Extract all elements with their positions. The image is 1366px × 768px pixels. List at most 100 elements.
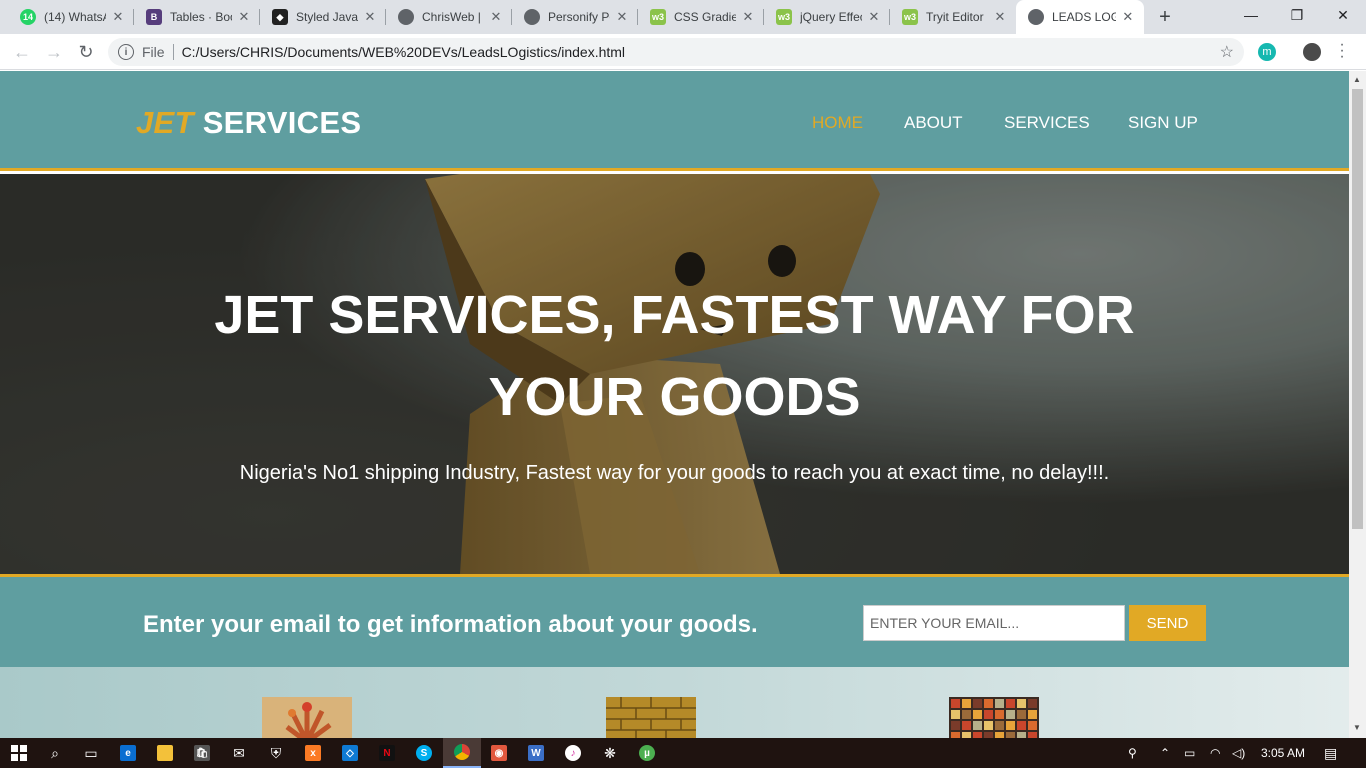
tab-strip: 14 (14) WhatsApp ✕ B Tables · Bootstrap … — [0, 0, 1366, 34]
features-section — [0, 667, 1349, 738]
skype-icon[interactable]: S — [405, 738, 443, 768]
codepen-icon: ◆ — [272, 9, 288, 25]
site-header: JET SERVICES HOME ABOUT SERVICES SIGN UP — [0, 71, 1349, 171]
nav-about[interactable]: ABOUT — [904, 113, 963, 133]
tab-tryit-editor[interactable]: w3 Tryit Editor ✕ — [882, 0, 1016, 34]
flower-image — [262, 697, 352, 738]
w3schools-icon: w3 — [902, 9, 918, 25]
browser-toolbar: ← → ↻ i File C:/Users/CHRIS/Documents/WE… — [0, 34, 1366, 70]
search-icon[interactable]: ⌕ — [36, 738, 74, 768]
task-view-icon[interactable]: ▭ — [72, 738, 110, 768]
mail-icon[interactable]: ✉ — [220, 738, 258, 768]
nav-services[interactable]: SERVICES — [1004, 113, 1090, 133]
start-icon[interactable] — [0, 738, 38, 768]
tab-title: Styled JavaScript — [296, 10, 358, 24]
window-close-button[interactable]: ✕ — [1320, 0, 1366, 30]
clock[interactable]: 3:05 AM — [1261, 738, 1305, 768]
new-tab-button[interactable]: + — [1154, 6, 1176, 29]
back-button[interactable]: ← — [10, 40, 34, 64]
netflix-icon[interactable]: N — [368, 738, 406, 768]
volume-icon[interactable]: ◁) — [1232, 738, 1245, 768]
utorrent-icon[interactable]: µ — [628, 738, 666, 768]
tab-title: ChrisWeb | ... — [422, 10, 484, 24]
globe-icon — [398, 9, 414, 25]
notifications-icon[interactable]: ▤ — [1324, 738, 1337, 768]
info-icon[interactable]: i — [118, 44, 134, 60]
newsletter-lead: Enter your email to get information abou… — [143, 611, 758, 638]
hero-banner: JET SERVICES, FASTEST WAY FOR YOUR GOODS… — [0, 174, 1349, 574]
windows-taskbar: ⌕ ▭ e 🛍 ✉ ⛨ x ◇ N S ◉ W ♪ ❋ µ ⚲ ⌃ ▭ ◠ ◁)… — [0, 738, 1366, 768]
reload-button[interactable]: ↻ — [74, 40, 98, 64]
tab-whatsapp[interactable]: 14 (14) WhatsApp ✕ — [0, 0, 134, 34]
profile-avatar[interactable] — [1303, 43, 1321, 61]
tab-title: Personify Pe... — [548, 10, 610, 24]
tab-personify[interactable]: Personify Pe... ✕ — [504, 0, 638, 34]
close-icon[interactable]: ✕ — [742, 9, 754, 25]
globe-icon — [524, 9, 540, 25]
tab-title: LEADS LOGISTICS — [1052, 10, 1116, 24]
scheme-label: File — [142, 44, 165, 60]
chevron-up-icon[interactable]: ⌃ — [1160, 738, 1170, 768]
tab-title: Tryit Editor — [926, 10, 984, 24]
hero-subtitle: Nigeria's No1 shipping Industry, Fastest… — [239, 462, 1110, 484]
logo-text: SERVICES — [202, 105, 362, 140]
nav-sign-up[interactable]: SIGN UP — [1128, 113, 1198, 133]
send-button[interactable]: SEND — [1129, 605, 1206, 641]
tab-title: (14) WhatsApp — [44, 10, 106, 24]
xampp-icon[interactable]: x — [294, 738, 332, 768]
battery-icon[interactable]: ▭ — [1184, 738, 1195, 768]
globe-icon — [1028, 9, 1044, 25]
nav-home[interactable]: HOME — [812, 113, 863, 133]
minimize-button[interactable]: — — [1228, 0, 1274, 30]
scroll-up-icon[interactable]: ▲ — [1353, 75, 1361, 84]
wifi-icon[interactable]: ◠ — [1210, 738, 1220, 768]
tab-jquery-effects[interactable]: w3 jQuery Effects ✕ — [756, 0, 890, 34]
chrome-icon[interactable] — [443, 738, 481, 768]
tab-leads-logistics[interactable]: LEADS LOGISTICS ✕ — [1016, 0, 1144, 34]
w3schools-icon: w3 — [650, 9, 666, 25]
w3schools-icon: w3 — [776, 9, 792, 25]
close-icon[interactable]: ✕ — [490, 9, 502, 25]
address-bar[interactable]: i File C:/Users/CHRIS/Documents/WEB%20DE… — [108, 38, 1244, 66]
close-icon[interactable]: ✕ — [238, 9, 250, 25]
extension-icon[interactable]: m — [1258, 43, 1276, 61]
tile-mosaic-image — [949, 697, 1039, 738]
tab-chrisweb[interactable]: ChrisWeb | ... ✕ — [378, 0, 512, 34]
app-icon[interactable]: ❋ — [591, 738, 629, 768]
close-icon[interactable]: ✕ — [364, 9, 376, 25]
close-icon[interactable]: ✕ — [112, 9, 124, 25]
itunes-icon[interactable]: ♪ — [554, 738, 592, 768]
restore-button[interactable]: ❐ — [1274, 0, 1320, 30]
bootstrap-icon: B — [146, 9, 162, 25]
page-scrollbar[interactable]: ▲ ▼ — [1349, 71, 1366, 738]
close-icon[interactable]: ✕ — [994, 9, 1006, 25]
vscode-icon[interactable]: ◇ — [331, 738, 369, 768]
file-explorer-icon[interactable] — [146, 738, 184, 768]
tab-styled-javascript[interactable]: ◆ Styled JavaScript ✕ — [252, 0, 386, 34]
whatsapp-icon: 14 — [20, 9, 36, 25]
tab-css-gradients[interactable]: w3 CSS Gradients ✕ — [630, 0, 764, 34]
tab-title: CSS Gradients — [674, 10, 736, 24]
close-icon[interactable]: ✕ — [868, 9, 880, 25]
store-icon[interactable]: 🛍 — [183, 738, 221, 768]
people-icon[interactable]: ⚲ — [1128, 738, 1137, 768]
tab-title: Tables · Bootstrap — [170, 10, 232, 24]
camera-icon[interactable]: ◉ — [480, 738, 518, 768]
bookmark-star-icon[interactable]: ☆ — [1220, 42, 1234, 62]
newsletter-section: Enter your email to get information abou… — [0, 574, 1349, 667]
scrollbar-thumb[interactable] — [1352, 89, 1363, 529]
tab-bootstrap[interactable]: B Tables · Bootstrap ✕ — [126, 0, 260, 34]
site-logo[interactable]: JET SERVICES — [136, 105, 361, 141]
close-icon[interactable]: ✕ — [1122, 9, 1134, 25]
scroll-down-icon[interactable]: ▼ — [1353, 723, 1361, 732]
wps-icon[interactable]: W — [517, 738, 555, 768]
url-text[interactable]: C:/Users/CHRIS/Documents/WEB%20DEVs/Lead… — [182, 44, 625, 60]
edge-icon[interactable]: e — [109, 738, 147, 768]
shield-icon[interactable]: ⛨ — [257, 738, 295, 768]
forward-button[interactable]: → — [42, 40, 66, 64]
close-icon[interactable]: ✕ — [616, 9, 628, 25]
logo-accent: JET — [136, 105, 194, 140]
page-viewport: JET SERVICES HOME ABOUT SERVICES SIGN UP — [0, 71, 1349, 738]
menu-icon[interactable]: · · · — [1336, 37, 1348, 65]
email-input[interactable] — [863, 605, 1125, 641]
